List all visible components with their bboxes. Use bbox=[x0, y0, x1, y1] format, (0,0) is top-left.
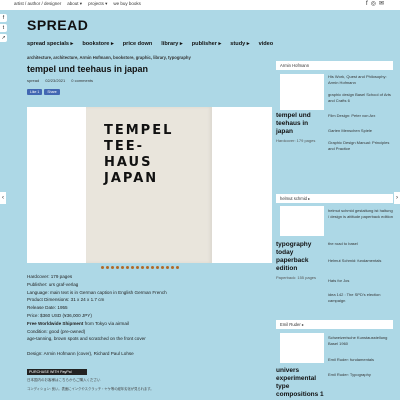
share-button[interactable]: Share bbox=[44, 89, 60, 95]
cover-line: HAUS bbox=[104, 155, 153, 170]
slide-dot[interactable] bbox=[176, 266, 179, 269]
slide-dot[interactable] bbox=[101, 266, 104, 269]
sidebar-thumbnail[interactable] bbox=[280, 333, 324, 363]
nav-library[interactable]: library ▸ bbox=[161, 41, 182, 47]
slide-dot[interactable] bbox=[151, 266, 154, 269]
info-hardcover: Hardcover: 179 pages bbox=[27, 274, 73, 279]
sidebar-item[interactable]: helmut schmid gestaltung ist haltung / d… bbox=[328, 208, 393, 219]
slide-dot[interactable] bbox=[111, 266, 114, 269]
nav-bookstore[interactable]: bookstore ▸ bbox=[82, 41, 113, 47]
info-dimensions: Product Dimensions: 31 x 24 x 1.7 cm bbox=[27, 297, 105, 303]
book-cover: TEMPEL TEE- HAUS JAPAN bbox=[86, 107, 212, 263]
sidebar-header[interactable]: Armin Hofmann bbox=[276, 61, 393, 70]
sidebar-header[interactable]: Emil Ruder ▸ bbox=[276, 320, 393, 329]
sidebar-item[interactable]: Emil Ruder: fundamentals bbox=[328, 357, 393, 363]
nav-publisher[interactable]: publisher ▸ bbox=[192, 41, 222, 47]
nav-price-down[interactable]: price down bbox=[123, 41, 153, 47]
slide-dot[interactable] bbox=[146, 266, 149, 269]
top-link-projects[interactable]: projects ▾ bbox=[88, 1, 107, 7]
top-link-about[interactable]: about ▾ bbox=[67, 1, 82, 7]
cover-line: JAPAN bbox=[104, 171, 159, 186]
sidebar-item[interactable]: graphic design Basel School of Arts and … bbox=[328, 92, 393, 103]
sidebar-featured-title[interactable]: tempel und teehaus in japan bbox=[276, 112, 326, 136]
sidebar-item[interactable]: the road to basel bbox=[328, 241, 393, 247]
slide-dot[interactable] bbox=[161, 266, 164, 269]
share-facebook-icon[interactable]: f bbox=[0, 14, 7, 22]
sidebar-featured-title[interactable]: univers experimental type compositions 1 bbox=[276, 367, 326, 399]
sidebar-section-helmut-schmid: helmut schmid ▸ bbox=[276, 194, 393, 203]
post-title: tempel und teehaus in japan bbox=[27, 64, 149, 74]
instagram-icon[interactable]: ◎ bbox=[371, 1, 376, 8]
nav-study[interactable]: study ▸ bbox=[230, 41, 249, 47]
sidebar-item[interactable]: His Work, Quest and Philosophy: Armin Ho… bbox=[328, 74, 393, 85]
slide-dot[interactable] bbox=[106, 266, 109, 269]
cover-line: TEE- bbox=[104, 139, 145, 154]
post-categories[interactable]: architecture, architecture, Armin Hofman… bbox=[27, 55, 272, 60]
site-logo[interactable]: SPREAD bbox=[27, 17, 88, 33]
top-link-we-buy-books[interactable]: we buy books bbox=[113, 1, 141, 7]
sidebar-item[interactable]: Garten Menschen Spiele bbox=[328, 128, 393, 134]
sidebar-item[interactable]: Helmut Schmid: fundamentals bbox=[328, 258, 393, 264]
sidebar-item[interactable]: Schweizerische Kunstausstellung Basel 19… bbox=[328, 335, 393, 346]
product-info: Hardcover: 179 pages Publisher: urs graf… bbox=[27, 273, 167, 358]
mail-icon[interactable]: ✉ bbox=[379, 1, 384, 8]
nav-video[interactable]: video bbox=[259, 41, 274, 47]
info-price: Price: $360 USD (¥36,000 JPY) bbox=[27, 312, 92, 318]
sidebar-section-armin-hofmann: Armin Hofmann bbox=[276, 61, 393, 70]
sidebar-thumbnail[interactable] bbox=[280, 74, 324, 110]
slide-dot[interactable] bbox=[116, 266, 119, 269]
purchase-note-japan: 日本国内のお客様はこちらからご購入ください bbox=[27, 378, 101, 382]
cover-line: TEMPEL bbox=[104, 123, 174, 138]
sidebar-featured-sub: Hardcover: 179 pages bbox=[276, 138, 316, 143]
top-link-artist[interactable]: artist / author / designer bbox=[14, 1, 61, 7]
slide-dot[interactable] bbox=[131, 266, 134, 269]
sidebar-featured[interactable]: typography today paperback edition Paper… bbox=[276, 241, 326, 280]
info-language: Language: main text is in German caption… bbox=[27, 289, 167, 295]
info-publisher: Publisher: urs graf-verlag bbox=[27, 281, 79, 287]
post-header: architecture, architecture, Armin Hofman… bbox=[27, 55, 272, 95]
sidebar-thumbnail[interactable] bbox=[280, 206, 324, 236]
info-condition-detail: age-tanning, brown spots and scratched o… bbox=[27, 336, 146, 342]
sidebar-featured-title[interactable]: typography today paperback edition bbox=[276, 241, 326, 273]
purchase-note-condition: コンディション: 良い。表面にインクやスクラッチ・ヤケ等の経年劣化が見られます。 bbox=[27, 387, 154, 391]
post-author[interactable]: spread bbox=[27, 78, 39, 83]
sidebar-item[interactable]: Film Design: Peter von Arx bbox=[328, 113, 393, 119]
sidebar-featured-sub: Paperback: 155 pages bbox=[276, 275, 317, 280]
share-link-icon[interactable]: ↗ bbox=[0, 34, 7, 42]
sidebar-item[interactable]: Hats for Jos bbox=[328, 278, 393, 284]
post-date: 02/23/2021 bbox=[45, 78, 66, 83]
slide-dot[interactable] bbox=[121, 266, 124, 269]
sidebar-item[interactable]: Emil Ruder: Typography bbox=[328, 372, 393, 378]
next-arrow-icon[interactable]: › bbox=[394, 192, 400, 204]
slide-dot[interactable] bbox=[156, 266, 159, 269]
slide-dot[interactable] bbox=[136, 266, 139, 269]
slide-dot[interactable] bbox=[166, 266, 169, 269]
sidebar-section-emil-ruder: Emil Ruder ▸ bbox=[276, 320, 393, 329]
prev-arrow-icon[interactable]: ‹ bbox=[0, 192, 6, 204]
share-twitter-icon[interactable]: t bbox=[0, 24, 7, 32]
sidebar-featured[interactable]: tempel und teehaus in japan Hardcover: 1… bbox=[276, 112, 326, 143]
info-shipping-rest: from Tokyo via airmail bbox=[83, 320, 129, 326]
slide-dot[interactable] bbox=[126, 266, 129, 269]
post-comments[interactable]: 0 comments bbox=[71, 78, 93, 83]
sidebar-item[interactable]: idea 142 : The SPD's election campaign bbox=[328, 292, 393, 303]
info-shipping-bold: Free Worldwide Shipment bbox=[27, 320, 84, 326]
info-condition: Condition: good (pre-owned) bbox=[27, 328, 86, 334]
info-design: Design: Armin Hofmann (cover), Richard P… bbox=[27, 351, 134, 357]
top-utility-bar: artist / author / designer about ▾ proje… bbox=[0, 0, 400, 10]
sidebar-header[interactable]: helmut schmid ▸ bbox=[276, 194, 393, 203]
nav-spread-specials[interactable]: spread specials ▸ bbox=[27, 41, 73, 47]
info-release: Release Date: 1955 bbox=[27, 305, 68, 311]
sidebar-featured[interactable]: univers experimental type compositions 1 bbox=[276, 367, 326, 399]
slide-dot[interactable] bbox=[141, 266, 144, 269]
product-photo[interactable]: TEMPEL TEE- HAUS JAPAN bbox=[27, 107, 272, 263]
sidebar-item[interactable]: Graphic Design Manual: Principles and Pr… bbox=[328, 140, 393, 151]
paypal-purchase-button[interactable]: PURCHASE WITH PayPal bbox=[27, 369, 87, 375]
like-button[interactable]: Like 1 bbox=[27, 89, 43, 95]
facebook-icon[interactable]: f bbox=[366, 1, 368, 8]
main-nav: spread specials ▸ bookstore ▸ price down… bbox=[27, 41, 273, 47]
slideshow-dots bbox=[101, 266, 179, 269]
slide-dot[interactable] bbox=[171, 266, 174, 269]
